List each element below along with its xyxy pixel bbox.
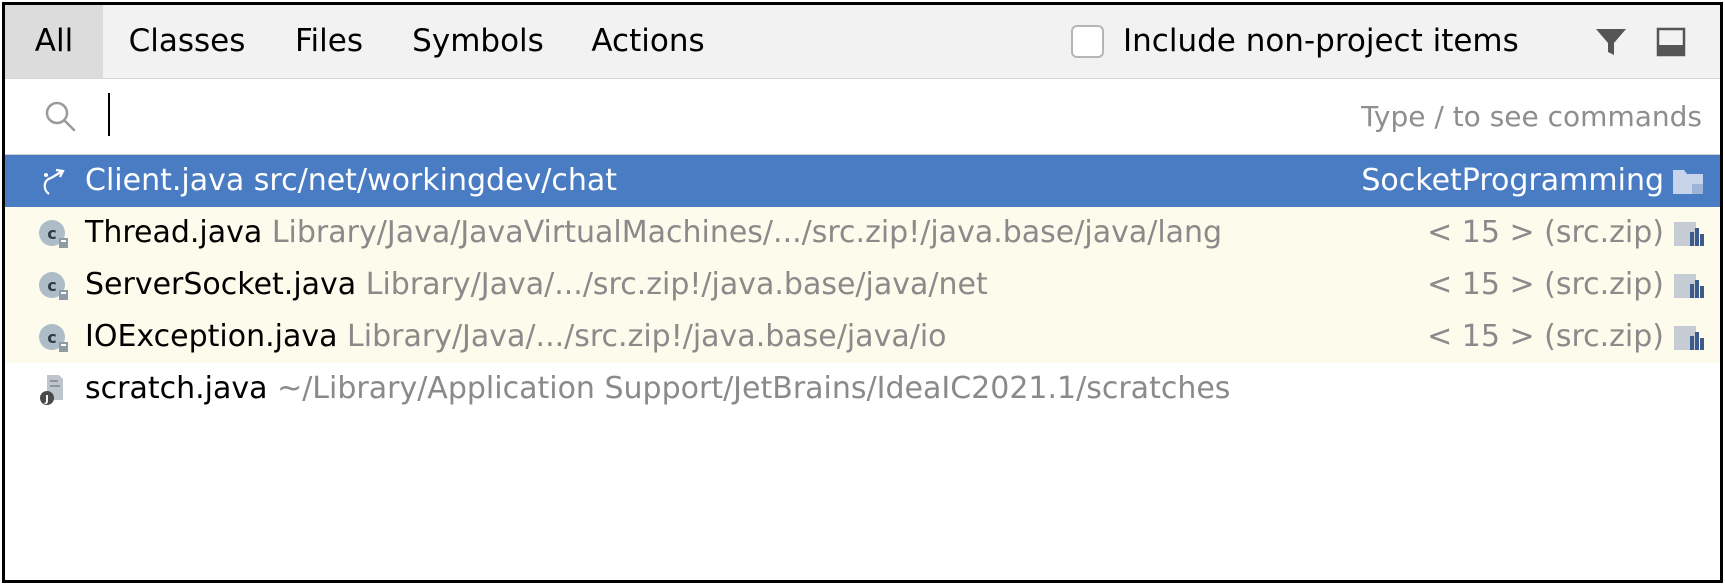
result-path: ~/Library/Application Support/JetBrains/…: [277, 371, 1231, 406]
tab-bar: All Classes Files Symbols Actions Includ…: [5, 5, 1720, 79]
search-hint: Type / to see commands: [1361, 100, 1702, 133]
text-caret: [108, 93, 110, 136]
search-input[interactable]: [100, 89, 1304, 146]
class-icon: c: [37, 268, 71, 302]
result-location: < 15 > (src.zip): [1427, 215, 1664, 250]
result-label: IOException.java Library/Java/.../src.zi…: [85, 311, 947, 363]
java-file-executable-icon: [37, 164, 71, 198]
result-name: scratch.java: [85, 371, 268, 406]
class-icon: c: [37, 216, 71, 250]
search-bar: Type / to see commands: [5, 79, 1720, 155]
svg-text:c: c: [47, 328, 56, 347]
result-path: Library/Java/JavaVirtualMachines/.../src…: [271, 215, 1223, 250]
result-row-thread[interactable]: c Thread.java Library/Java/JavaVirtualMa…: [5, 207, 1720, 259]
tab-classes[interactable]: Classes: [117, 5, 257, 78]
include-non-project-checkbox[interactable]: [1071, 25, 1104, 58]
result-row-ioexception[interactable]: c IOException.java Library/Java/.../src.…: [5, 311, 1720, 363]
result-location: < 15 > (src.zip): [1427, 319, 1664, 354]
result-row-client[interactable]: Client.java src/net/workingdev/chat Sock…: [5, 155, 1720, 207]
result-name: Client.java: [85, 163, 245, 198]
result-label: Thread.java Library/Java/JavaVirtualMach…: [85, 207, 1222, 259]
library-icon: [1670, 268, 1706, 302]
result-name: Thread.java: [85, 215, 263, 250]
tab-all[interactable]: All: [5, 5, 103, 78]
result-label: Client.java src/net/workingdev/chat: [85, 155, 617, 207]
result-name: ServerSocket.java: [85, 267, 357, 302]
result-row-serversocket[interactable]: c ServerSocket.java Library/Java/.../src…: [5, 259, 1720, 311]
include-non-project-label[interactable]: Include non-project items: [1123, 5, 1519, 78]
svg-text:c: c: [47, 224, 56, 243]
result-label: scratch.java ~/Library/Application Suppo…: [85, 363, 1230, 415]
svg-text:J: J: [44, 394, 49, 405]
search-everywhere-popup: All Classes Files Symbols Actions Includ…: [2, 2, 1723, 583]
search-icon: [43, 99, 77, 133]
result-row-scratch[interactable]: J scratch.java ~/Library/Application Sup…: [5, 363, 1720, 415]
project-folder-icon: [1670, 164, 1706, 198]
svg-text:c: c: [47, 276, 56, 295]
tab-files[interactable]: Files: [283, 5, 375, 78]
library-icon: [1670, 320, 1706, 354]
open-in-tool-window-icon[interactable]: [1652, 23, 1690, 61]
tab-actions[interactable]: Actions: [577, 5, 719, 78]
result-path: Library/Java/.../src.zip!/java.base/java…: [347, 319, 947, 354]
result-location: < 15 > (src.zip): [1427, 267, 1664, 302]
results-list: Client.java src/net/workingdev/chat Sock…: [5, 155, 1720, 575]
filter-icon[interactable]: [1592, 23, 1630, 61]
scratch-file-icon: J: [37, 372, 71, 406]
library-icon: [1670, 216, 1706, 250]
tab-symbols[interactable]: Symbols: [403, 5, 553, 78]
result-label: ServerSocket.java Library/Java/.../src.z…: [85, 259, 988, 311]
result-path: Library/Java/.../src.zip!/java.base/java…: [365, 267, 988, 302]
result-location: SocketProgramming: [1361, 163, 1664, 198]
class-icon: c: [37, 320, 71, 354]
result-name: IOException.java: [85, 319, 338, 354]
result-path: src/net/workingdev/chat: [253, 163, 618, 198]
